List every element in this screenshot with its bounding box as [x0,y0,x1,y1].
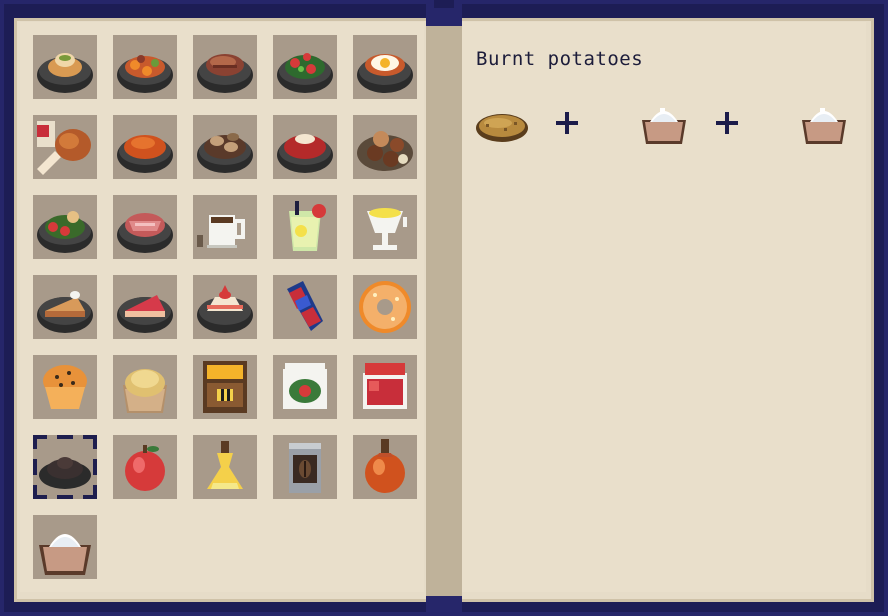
inventory-slot[interactable] [113,275,177,339]
strawberry-cake-slice-icon [197,285,253,333]
inventory-slot[interactable] [33,355,97,419]
bowl-berry-soup-icon [277,134,333,173]
inventory-slot[interactable] [353,355,417,419]
plus-icon [716,112,738,134]
sauce-bottle-icon [365,439,405,493]
inventory-slot[interactable] [113,195,177,259]
bowl-mushroom-icon [197,133,253,173]
bowl-tomato-soup-icon [117,135,173,173]
muffin-icon [43,365,87,409]
inventory-slot[interactable] [193,435,257,499]
inventory-slot[interactable] [273,195,337,259]
bowl-stuffed-icon [37,53,93,93]
inventory-slot[interactable] [273,355,337,419]
pickle-jar-icon [283,363,327,409]
cherry-pie-slice-icon [117,295,173,333]
inventory-slot[interactable] [33,515,97,579]
jam-jar-icon [363,363,407,409]
apple-icon [125,445,165,491]
inventory-slot[interactable] [273,435,337,499]
inventory-slot[interactable] [353,435,417,499]
inventory-slot[interactable] [33,35,97,99]
salt-bowl-icon [39,534,91,575]
inventory-slot[interactable] [113,115,177,179]
inventory-slot[interactable] [33,195,97,259]
burnt-food-icon [39,457,91,489]
plate-meatballs-icon [357,131,413,171]
lemonade-glass-icon [289,201,326,251]
milkshake-glass-icon [367,208,407,250]
bowl-meat-icon [197,54,253,93]
bowl-carrot-stew-icon [117,55,173,93]
inventory-slot[interactable] [273,275,337,339]
inventory-slot[interactable] [353,275,417,339]
inventory-slot[interactable] [113,355,177,419]
inventory-slot[interactable] [193,275,257,339]
salt-bowl-icon[interactable] [636,98,692,148]
inventory-slot[interactable] [193,355,257,419]
chicken-leg-icon [37,121,91,175]
donut-icon [359,281,411,333]
inventory-slot[interactable] [273,115,337,179]
inventory-slot[interactable] [113,435,177,499]
sack-of-flour-icon [123,369,167,413]
pie-slice-icon [37,291,93,333]
bowl-ham-icon [117,213,173,253]
sausage-skewer-icon [287,281,323,331]
honey-jar-icon [203,361,247,413]
inventory-slot[interactable] [193,195,257,259]
oil-bottle-icon [207,441,243,489]
inventory-slot[interactable] [353,115,417,179]
coffee-can-icon [289,443,321,493]
bowl-mixed-salad-icon [37,211,93,253]
book-spine [426,12,462,604]
inventory-slot[interactable] [353,35,417,99]
inventory-slot[interactable] [193,35,257,99]
bowl-salad-icon [277,53,333,93]
inventory-slot[interactable] [193,115,257,179]
inventory-slot[interactable] [113,35,177,99]
bowl-fried-egg-icon [357,54,413,93]
inventory-slot[interactable] [33,435,97,499]
inventory-slot[interactable] [33,115,97,179]
recipe-title: Burnt potatoes [476,48,644,70]
potato-icon[interactable] [474,102,530,152]
coffee-mug-icon [197,215,245,248]
inventory-slot[interactable] [33,275,97,339]
inventory-slot[interactable] [273,35,337,99]
inventory-slot[interactable] [353,195,417,259]
plus-icon [556,112,578,134]
salt-bowl-icon[interactable] [796,98,852,148]
bookmark-bottom [426,596,462,616]
